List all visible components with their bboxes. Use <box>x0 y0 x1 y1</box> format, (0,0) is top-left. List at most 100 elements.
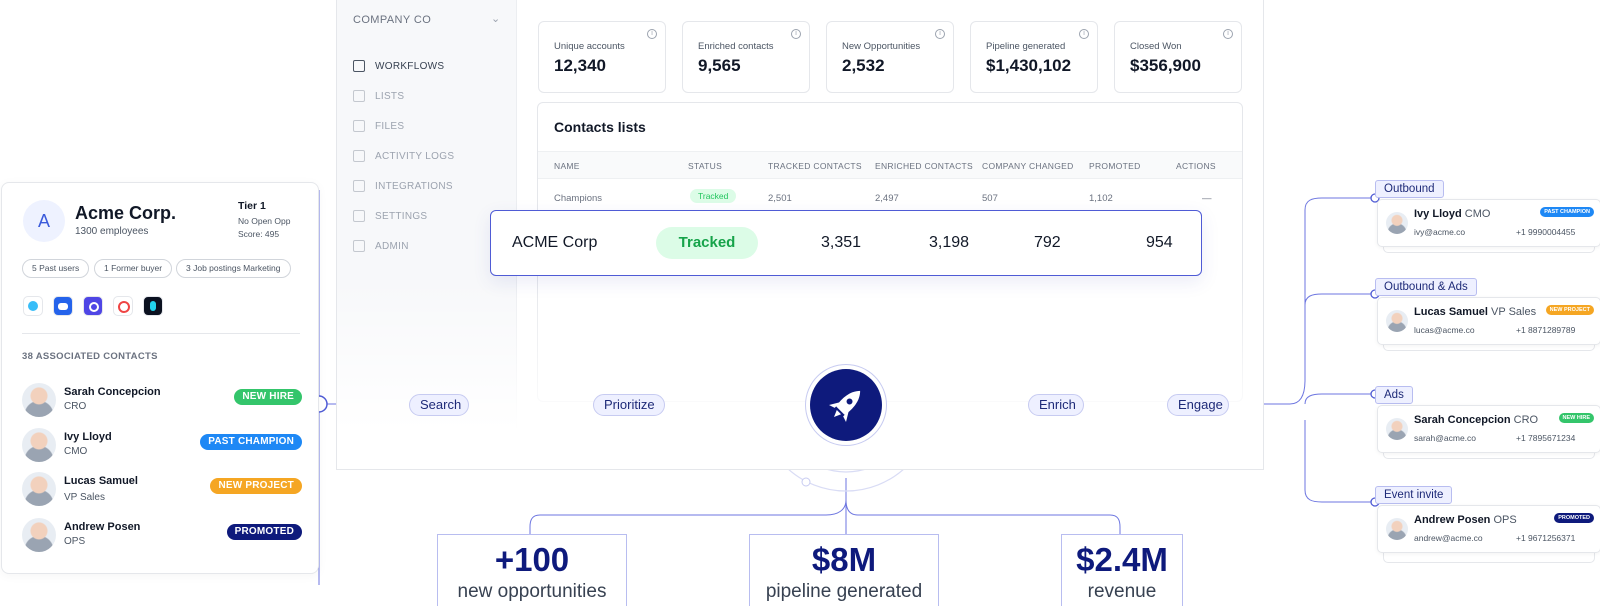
zoom-icon[interactable] <box>53 296 73 316</box>
engage-card-andrew[interactable]: Andrew Posen OPS andrew@acme.co +1 9671256… <box>1377 505 1600 553</box>
enriched-count: 3,198 <box>929 234 970 251</box>
acme-highlight-row[interactable]: ACME Corp Tracked 3,351 3,198 792 954 <box>490 210 1202 276</box>
avatar <box>1386 418 1408 440</box>
step-search[interactable]: Search <box>409 394 469 416</box>
stat-card-closed-won: Closed Won $356,900 i <box>1114 21 1242 93</box>
card-stack <box>1383 553 1595 563</box>
account-employees: 1300 employees <box>75 226 149 237</box>
tracked-badge: Tracked <box>656 227 758 259</box>
chevron-down-icon[interactable]: ⌄ <box>491 12 500 25</box>
status-badge: NEW PROJECT <box>210 478 302 494</box>
kpi-new-opportunities: +100 new opportunities <box>437 534 627 606</box>
book-icon <box>353 150 365 162</box>
rocket-hub <box>810 369 882 441</box>
tracked-count: 3,351 <box>821 234 862 251</box>
email: ivy@acme.co <box>1414 227 1466 237</box>
channel-tag-outbound: Outbound <box>1375 180 1444 198</box>
dashboard-fade <box>337 279 1263 469</box>
account-score: Score: 495 <box>238 229 280 239</box>
email: lucas@acme.co <box>1414 325 1475 335</box>
email: sarah@acme.co <box>1414 433 1477 443</box>
chip-past-users[interactable]: 5 Past users <box>22 259 90 278</box>
status-badge: PROMOTED <box>226 524 302 540</box>
list-item[interactable]: Andrew Posen OPS PROMOTED <box>22 516 302 554</box>
email: andrew@acme.co <box>1414 533 1483 543</box>
status-badge: PAST CHAMPION <box>1540 207 1594 217</box>
file-icon <box>353 120 365 132</box>
info-icon[interactable]: i <box>935 29 945 39</box>
nav-item-lists[interactable]: LISTS <box>353 90 404 102</box>
status-badge: NEW HIRE <box>234 389 302 405</box>
avatar <box>22 383 56 417</box>
avatar <box>1386 212 1408 234</box>
nav-item-workflows[interactable]: WORKFLOWS <box>353 60 444 72</box>
avatar <box>22 428 56 462</box>
contacts-book-icon <box>353 60 365 72</box>
phone: +1 8871289789 <box>1516 325 1576 335</box>
stat-card-pipeline-generated: Pipeline generated $1,430,102 i <box>970 21 1098 93</box>
divider <box>22 333 300 334</box>
kpi-pipeline-generated: $8M pipeline generated <box>749 534 939 606</box>
stat-card-unique-accounts: Unique accounts 12,340 i <box>538 21 666 93</box>
step-enrich[interactable]: Enrich <box>1028 394 1084 416</box>
nav-item-settings[interactable]: SETTINGS <box>353 210 427 222</box>
list-item[interactable]: Ivy Lloyd CMO PAST CHAMPION <box>22 426 302 464</box>
info-icon[interactable]: i <box>1223 29 1233 39</box>
contacts-lists-title: Contacts lists <box>554 119 646 135</box>
step-prioritize[interactable]: Prioritize <box>593 394 665 416</box>
engage-card-sarah[interactable]: Sarah Concepcion CRO sarah@acme.co +1 7895… <box>1377 405 1600 453</box>
phone: +1 7895671234 <box>1516 433 1576 443</box>
avatar <box>22 518 56 552</box>
status-badge: NEW PROJECT <box>1545 305 1594 315</box>
chip-former-buyer[interactable]: 1 Former buyer <box>94 259 173 278</box>
company-switcher[interactable]: COMPANY CO <box>353 14 431 26</box>
engage-card-lucas[interactable]: Lucas Samuel VP Sales lucas@acme.co +1 887… <box>1377 297 1600 345</box>
status-badge: NEW HIRE <box>1558 413 1594 423</box>
dark-app-icon[interactable] <box>143 296 163 316</box>
stat-card-enriched-contacts: Enriched contacts 9,565 i <box>682 21 810 93</box>
nav-item-integrations[interactable]: INTEGRATIONS <box>353 180 453 192</box>
list-item[interactable]: Lucas Samuel VP Sales NEW PROJECT <box>22 470 302 508</box>
account-name: Acme Corp. <box>75 203 177 223</box>
list-item[interactable]: Sarah Concepcion CRO NEW HIRE <box>22 381 302 419</box>
phone: +1 9671256371 <box>1516 533 1576 543</box>
nav-item-admin[interactable]: ADMIN <box>353 240 409 252</box>
status-badge: Tracked <box>690 189 737 203</box>
promoted-count: 954 <box>1146 234 1173 251</box>
info-icon[interactable]: i <box>1079 29 1089 39</box>
row-actions[interactable]: — <box>1202 193 1212 204</box>
channel-tag-event-invite: Event invite <box>1375 486 1453 504</box>
account-tier: Tier 1 <box>238 200 266 212</box>
nav-item-activity-logs[interactable]: ACTIVITY LOGS <box>353 150 454 162</box>
avatar <box>22 472 56 506</box>
twilio-icon[interactable] <box>113 296 133 316</box>
row-company-name: ACME Corp <box>512 234 598 251</box>
gear-icon <box>353 210 365 222</box>
info-icon[interactable]: i <box>647 29 657 39</box>
changed-count: 792 <box>1034 234 1061 251</box>
table-row[interactable]: Champions <box>554 193 602 204</box>
table-header: NAME STATUS TRACKED CONTACTS ENRICHED CO… <box>538 151 1242 179</box>
status-badge: PROMOTED <box>1554 513 1594 523</box>
salesforce-icon[interactable] <box>23 296 43 316</box>
building-icon <box>353 240 365 252</box>
integrations-icon <box>353 180 365 192</box>
account-card: A Acme Corp. 1300 employees Tier 1 No Op… <box>1 182 319 574</box>
rocket-icon <box>829 390 861 422</box>
chip-job-postings[interactable]: 3 Job postings Marketing <box>176 259 291 278</box>
channel-tag-outbound-ads: Outbound & Ads <box>1375 278 1477 296</box>
account-opp: No Open Opp <box>238 216 291 226</box>
channel-tag-ads: Ads <box>1375 386 1413 404</box>
list-icon <box>353 90 365 102</box>
pointer-icon[interactable] <box>83 296 103 316</box>
associated-contacts-heading: 38 ASSOCIATED CONTACTS <box>22 351 158 362</box>
avatar <box>1386 518 1408 540</box>
nav-item-files[interactable]: FILES <box>353 120 404 132</box>
status-badge: PAST CHAMPION <box>200 434 302 450</box>
account-avatar: A <box>23 200 65 242</box>
step-engage[interactable]: Engage <box>1167 394 1229 416</box>
engage-card-ivy[interactable]: Ivy Lloyd CMO ivy@acme.co +1 9990004455 PAS… <box>1377 199 1600 247</box>
stat-card-new-opportunities: New Opportunities 2,532 i <box>826 21 954 93</box>
avatar <box>1386 310 1408 332</box>
info-icon[interactable]: i <box>791 29 801 39</box>
